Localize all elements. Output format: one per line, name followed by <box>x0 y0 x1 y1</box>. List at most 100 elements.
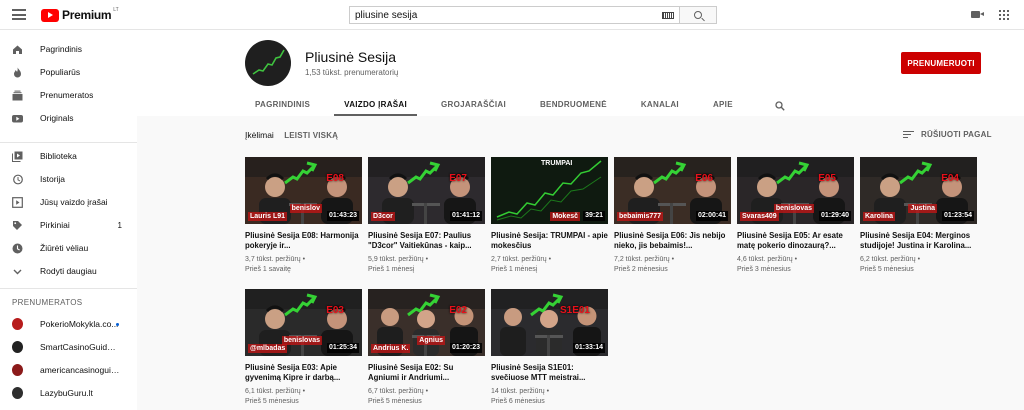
guest-name-tag: @mlbadas <box>248 344 288 353</box>
video-card[interactable]: E07 D3cor 01:41:12 Pliusinė Sesija E07: Pau… <box>368 157 485 275</box>
channel-avatar[interactable] <box>245 40 291 86</box>
upload-age: Prieš 5 mėnesius <box>860 266 914 273</box>
video-title[interactable]: Pliusinė Sesija E03: Apie gyvenimą Kipre… <box>245 363 362 383</box>
sidebar-item-watch-later[interactable]: Žiūrėti vėliau <box>0 237 137 259</box>
video-card[interactable]: E05 Svaras409 benislovas 01:29:40 Pliusinė S… <box>737 157 854 275</box>
subscription-name: americancasinoguide <box>40 365 120 375</box>
guest-name-tag: D3cor <box>371 212 395 221</box>
video-title[interactable]: Pliusinė Sesija: TRUMPAI - apie mokesčiu… <box>491 231 608 251</box>
video-meta: 7,2 tūkst. peržiūrų • Prieš 2 mėnesius <box>614 256 675 273</box>
sidebar-item-chevron-down[interactable]: Rodyti daugiau <box>0 260 137 282</box>
subscription-item[interactable]: LazybuGuru.lt <box>0 382 137 404</box>
video-title[interactable]: Pliusinė Sesija E07: Paulius "D3cor" Vai… <box>368 231 485 251</box>
guest-name-tag: Lauris L91 <box>248 212 288 221</box>
sidebar-item-history[interactable]: Istorija <box>0 168 137 190</box>
channel-tab[interactable]: PAGRINDINIS <box>245 92 320 116</box>
sidebar-item-youtube-originals[interactable]: Originals <box>0 107 137 129</box>
video-card[interactable]: S1E01 01:33:14 Pliusinė Sesija S1E01: sveč… <box>491 289 608 407</box>
host-name-tag: Mokesč <box>550 212 580 221</box>
sort-by-button[interactable]: RŪŠIUOTI PAGAL <box>903 130 992 139</box>
view-count: 7,2 tūkst. peržiūrų <box>614 256 670 263</box>
guest-name-tag: bebaimis777 <box>617 212 664 221</box>
create-video-icon[interactable] <box>971 11 980 18</box>
subscribe-button[interactable]: PRENUMERUOTI <box>901 52 981 74</box>
subscription-item[interactable]: americancasinoguide <box>0 359 137 381</box>
channel-header: Pliusinė Sesija 1,53 tūkst. prenumerator… <box>137 30 1024 116</box>
search-icon <box>694 11 702 19</box>
sidebar-item-fire[interactable]: Populiarūs <box>0 61 137 83</box>
video-thumbnail[interactable]: E03 @mlbadas benislovas 01:25:34 <box>245 289 362 356</box>
sidebar-divider <box>0 288 137 289</box>
apps-icon[interactable] <box>999 10 1009 20</box>
episode-tag: E03 <box>326 305 344 316</box>
sidebar-item-label: Istorija <box>40 174 66 184</box>
search-button[interactable] <box>679 6 717 24</box>
guest-name-tag: Svaras409 <box>740 212 779 221</box>
video-card[interactable]: TRUMPAI Mokesč 39:21 Pliusinė Sesija: TRUMP… <box>491 157 608 275</box>
video-thumbnail[interactable]: E04 Karolina Justina 01:23:54 <box>860 157 977 224</box>
video-thumbnail[interactable]: E06 bebaimis777 02:00:41 <box>614 157 731 224</box>
top-bar: Premium LT <box>0 0 1024 30</box>
youtube-premium-logo[interactable]: Premium LT <box>41 7 119 22</box>
view-count: 2,7 tūkst. peržiūrų <box>491 256 547 263</box>
video-title[interactable]: Pliusinė Sesija S1E01: svečiuose MTT mei… <box>491 363 608 383</box>
video-card[interactable]: E04 Karolina Justina 01:23:54 Pliusinė Sesij… <box>860 157 977 275</box>
subscription-item[interactable]: SmartCasinoGuide.c... <box>0 336 137 358</box>
video-duration: 01:29:40 <box>818 211 851 221</box>
history-icon <box>12 174 23 185</box>
view-count: 5,9 tūkst. peržiūrų <box>368 256 424 263</box>
video-duration: 01:43:23 <box>326 211 359 221</box>
video-card[interactable]: E06 bebaimis777 02:00:41 Pliusinė Sesija E0… <box>614 157 731 275</box>
video-thumbnail[interactable]: S1E01 01:33:14 <box>491 289 608 356</box>
video-thumbnail[interactable]: E02 Andrius K. Agnius 01:20:23 <box>368 289 485 356</box>
sidebar-item-label: Biblioteka <box>40 151 77 161</box>
video-meta: 6,7 tūkst. peržiūrų • Prieš 5 mėnesius <box>368 388 429 405</box>
episode-tag: E02 <box>449 305 467 316</box>
upload-age: Prieš 6 mėnesius <box>491 398 545 405</box>
videos-section: Įkėlimai LEISTI VISKĄ RŪŠIUOTI PAGAL E08… <box>137 116 1024 410</box>
sidebar-item-library[interactable]: Biblioteka <box>0 145 137 167</box>
channel-tab[interactable]: APIE <box>703 92 743 116</box>
sidebar-item-subscriptions[interactable]: Prenumeratos <box>0 84 137 106</box>
upload-age: Prieš 1 savaitę <box>245 266 291 273</box>
sidebar-item-label: Pirkiniai <box>40 220 70 230</box>
sidebar-item-purchases[interactable]: Pirkiniai 1 <box>0 214 137 236</box>
video-thumbnail[interactable]: TRUMPAI Mokesč 39:21 <box>491 157 608 224</box>
guest-name-tag: Andrius K. <box>371 344 411 353</box>
keyboard-icon[interactable] <box>662 12 674 19</box>
host-name-tag: Agnius <box>417 336 445 345</box>
view-count: 4,6 tūkst. peržiūrų <box>737 256 793 263</box>
watch-later-icon <box>12 243 23 254</box>
video-title[interactable]: Pliusinė Sesija E04: Merginos studijoje!… <box>860 231 977 251</box>
video-title[interactable]: Pliusinė Sesija E06: Jis nebijo nieko, j… <box>614 231 731 251</box>
channel-tab[interactable]: BENDRUOMENĖ <box>530 92 617 116</box>
sidebar-item-label: Populiarūs <box>40 67 81 77</box>
upload-age: Prieš 3 mėnesius <box>737 266 791 273</box>
sidebar-item-label: Prenumeratos <box>40 90 94 100</box>
library-icon <box>12 151 23 162</box>
menu-icon[interactable] <box>12 9 26 20</box>
video-thumbnail[interactable]: E05 Svaras409 benislovas 01:29:40 <box>737 157 854 224</box>
channel-search-icon[interactable] <box>775 98 785 111</box>
subscription-item[interactable]: PokerioMokykla.co... <box>0 313 137 335</box>
sidebar-item-your-videos[interactable]: Jūsų vaizdo įrašai <box>0 191 137 213</box>
video-thumbnail[interactable]: E07 D3cor 01:41:12 <box>368 157 485 224</box>
channel-tab[interactable]: KANALAI <box>631 92 689 116</box>
video-card[interactable]: E03 @mlbadas benislovas 01:25:34 Pliusinė Se… <box>245 289 362 407</box>
video-meta: 3,7 tūkst. peržiūrų • Prieš 1 savaitę <box>245 256 306 273</box>
sidebar-item-home[interactable]: Pagrindinis <box>0 38 137 60</box>
video-title[interactable]: Pliusinė Sesija E02: Su Agniumi ir Andri… <box>368 363 485 383</box>
subscription-name: LazybuGuru.lt <box>40 388 93 398</box>
play-all-link[interactable]: LEISTI VISKĄ <box>284 131 338 140</box>
logo-country: LT <box>113 7 119 13</box>
search-input[interactable] <box>349 6 679 24</box>
video-title[interactable]: Pliusinė Sesija E08: Harmonija pokeryje … <box>245 231 362 251</box>
video-card[interactable]: E08 Lauris L91 benislov 01:43:23 Pliusinė Se… <box>245 157 362 275</box>
video-thumbnail[interactable]: E08 Lauris L91 benislov 01:43:23 <box>245 157 362 224</box>
video-card[interactable]: E02 Andrius K. Agnius 01:20:23 Pliusinė Sesi… <box>368 289 485 407</box>
channel-tab[interactable]: VAIZDO ĮRAŠAI <box>334 92 417 116</box>
sidebar: Pagrindinis Populiarūs Prenumeratos Origina… <box>0 30 137 410</box>
channel-tab[interactable]: GROJARAŠČIAI <box>431 92 516 116</box>
video-title[interactable]: Pliusinė Sesija E05: Ar esate matę poker… <box>737 231 854 251</box>
purchases-icon <box>12 220 23 231</box>
